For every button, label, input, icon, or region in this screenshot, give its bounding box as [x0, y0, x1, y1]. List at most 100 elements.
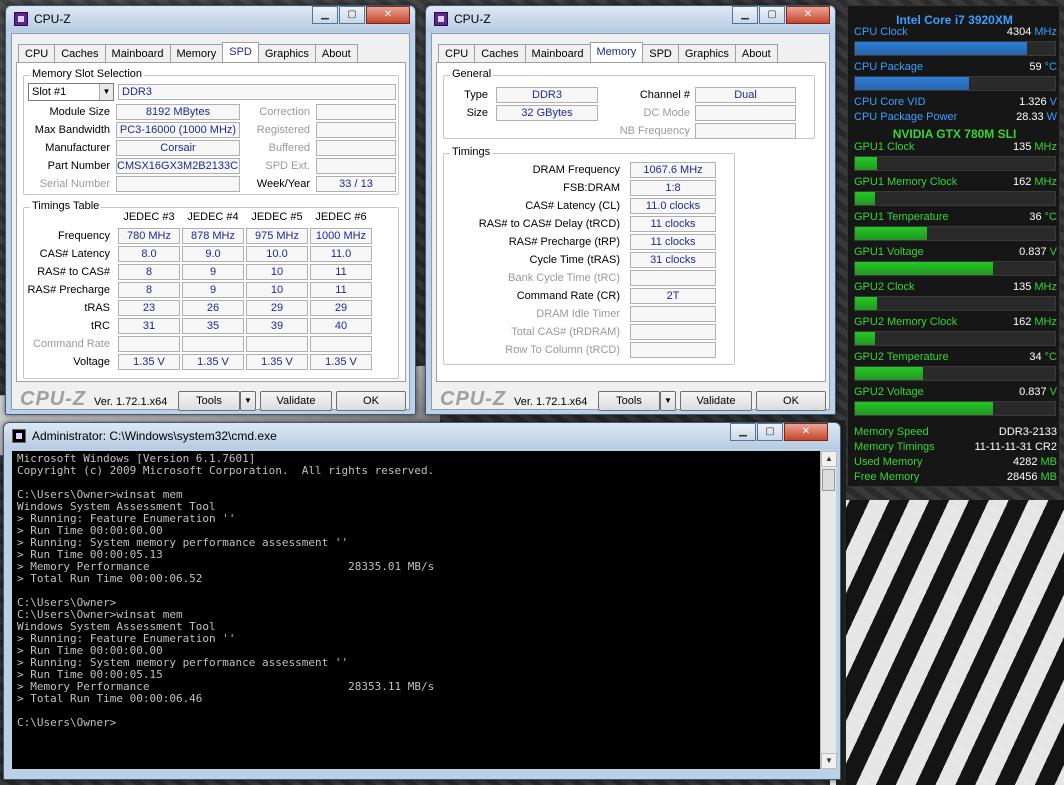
tab-cpu[interactable]: CPU [18, 44, 56, 62]
sensor-value: 162 [1013, 316, 1032, 328]
ok-button[interactable]: OK [756, 391, 826, 411]
tab-about[interactable]: About [734, 44, 778, 62]
sensor-value-group: 4304 MHz [1007, 26, 1057, 38]
group-title: Timings [450, 146, 493, 158]
vertical-scrollbar[interactable]: ▲ ▼ [820, 451, 837, 769]
general-group: General Type DDR3 Size 32 GBytes Channel… [443, 68, 815, 139]
tab-memory[interactable]: Memory [589, 42, 644, 63]
timing-cell: 35 [182, 318, 244, 334]
memory-type-value: DDR3 [118, 84, 396, 100]
column-header: JEDEC #5 [251, 211, 303, 223]
registered-value [316, 122, 396, 138]
ok-button[interactable]: OK [336, 391, 406, 411]
column-header: JEDEC #3 [123, 211, 175, 223]
sensor-bar-fill [855, 227, 927, 240]
scroll-down-arrow-icon[interactable]: ▼ [821, 753, 837, 769]
title-bar[interactable]: CPU-Z ▁ ▢ ✕ [6, 6, 415, 32]
maximize-button[interactable]: ▢ [757, 423, 783, 441]
tools-button[interactable]: Tools [178, 391, 240, 411]
timing-label: Cycle Time (tRAS) [529, 254, 620, 266]
minimize-button[interactable]: ▁ [732, 6, 758, 24]
tools-dropdown-arrow-icon[interactable]: ▼ [660, 391, 676, 411]
tab-mainboard[interactable]: Mainboard [524, 44, 591, 62]
tools-button[interactable]: Tools [598, 391, 660, 411]
sensor-bar-fill [855, 157, 877, 170]
window-title: CPU-Z [34, 12, 71, 26]
timing-cell: 11 [310, 264, 372, 280]
part-number-value: CMSX16GX3M2B2133C1 [116, 158, 240, 174]
sensor-value-group: DDR3-2133 [999, 426, 1057, 438]
timing-row-label: Command Rate [32, 338, 110, 350]
window-title: Administrator: C:\Windows\system32\cmd.e… [32, 429, 277, 443]
scroll-up-arrow-icon[interactable]: ▲ [821, 451, 837, 467]
sensor-unit: V [1049, 386, 1057, 398]
timing-label: Row To Column (tRCD) [505, 344, 620, 356]
tab-about[interactable]: About [314, 44, 358, 62]
close-button[interactable]: ✕ [786, 6, 830, 24]
tools-dropdown-arrow-icon[interactable]: ▼ [240, 391, 256, 411]
size-label: Size [466, 107, 488, 119]
timing-label: Bank Cycle Time (tRC) [508, 272, 620, 284]
tab-cpu[interactable]: CPU [438, 44, 476, 62]
timing-row-label: RAS# Precharge [27, 284, 110, 296]
tab-graphics[interactable]: Graphics [257, 44, 316, 62]
cmd-window: Administrator: C:\Windows\system32\cmd.e… [3, 422, 841, 780]
tab-caches[interactable]: Caches [474, 44, 526, 62]
tab-spd[interactable]: SPD [222, 42, 259, 63]
sensor-label: GPU2 Clock [854, 281, 915, 293]
timing-value: 11 clocks [630, 234, 716, 250]
type-label: Type [464, 89, 488, 101]
timing-cell: 9.0 [182, 246, 244, 262]
timing-value: 11 clocks [630, 216, 716, 232]
timing-cell: 26 [182, 300, 244, 316]
close-button[interactable]: ✕ [366, 6, 410, 24]
group-title: General [450, 68, 494, 80]
sensor-unit: °C [1044, 211, 1057, 223]
sensor-row: GPU1 Voltage 0.837 V [854, 246, 1057, 260]
maximize-button[interactable]: ▢ [339, 6, 365, 24]
chevron-down-icon[interactable]: ▼ [99, 84, 113, 100]
sensor-bar [854, 41, 1056, 56]
sensor-value-group: 162 MHz [1013, 176, 1057, 188]
timing-cell [118, 336, 180, 352]
sensor-label: CPU Package [854, 61, 924, 73]
sensor-label: CPU Core VID [854, 96, 926, 108]
timing-row-label: CAS# Latency [39, 248, 110, 260]
serial-number-label: Serial Number [39, 178, 110, 190]
tab-graphics[interactable]: Graphics [677, 44, 736, 62]
sensor-value-group: 1.326 V [1019, 96, 1057, 108]
timing-cell: 1.35 V [246, 354, 308, 370]
title-bar[interactable]: Administrator: C:\Windows\system32\cmd.e… [4, 423, 840, 449]
minimize-button[interactable]: ▁ [730, 423, 756, 441]
timing-value: 1:8 [630, 180, 716, 196]
sensor-value: 135 [1013, 281, 1032, 293]
scroll-thumb[interactable] [822, 469, 835, 491]
tab-spd[interactable]: SPD [642, 44, 679, 62]
sensor-bar [854, 401, 1056, 416]
title-bar[interactable]: CPU-Z ▁ ▢ ✕ [426, 6, 835, 32]
sensor-value-group: 28.33 W [1016, 111, 1057, 123]
console-output[interactable]: Microsoft Windows [Version 6.1.7601] Copy… [12, 451, 820, 769]
validate-button[interactable]: Validate [680, 391, 752, 411]
serial-number-value [116, 176, 240, 192]
sensor-label: CPU Package Power [854, 111, 958, 123]
timing-cell: 1000 MHz [310, 228, 372, 244]
close-button[interactable]: ✕ [784, 423, 828, 441]
maximize-button[interactable]: ▢ [759, 6, 785, 24]
minimize-button[interactable]: ▁ [312, 6, 338, 24]
sensor-row: CPU Core VID 1.326 V [854, 96, 1057, 110]
validate-button[interactable]: Validate [260, 391, 332, 411]
sensor-bar-fill [855, 77, 969, 90]
tab-bar: CPU Caches Mainboard Memory SPD Graphics About [438, 42, 778, 63]
slot-select[interactable]: Slot #1 ▼ [28, 83, 114, 101]
console-line: Copyright (c) 2009 Microsoft Corporation… [17, 464, 435, 477]
timing-value: 31 clocks [630, 252, 716, 268]
tab-mainboard[interactable]: Mainboard [104, 44, 171, 62]
manufacturer-label: Manufacturer [45, 142, 110, 154]
sensor-bar [854, 296, 1056, 311]
tab-caches[interactable]: Caches [54, 44, 106, 62]
timing-cell [246, 336, 308, 352]
cpuz-spd-window: CPU-Z ▁ ▢ ✕ CPU Caches Mainboard Memory SPD G… [5, 5, 416, 415]
sensor-row: GPU2 Clock 135 MHz [854, 281, 1057, 295]
tab-memory[interactable]: Memory [169, 44, 224, 62]
